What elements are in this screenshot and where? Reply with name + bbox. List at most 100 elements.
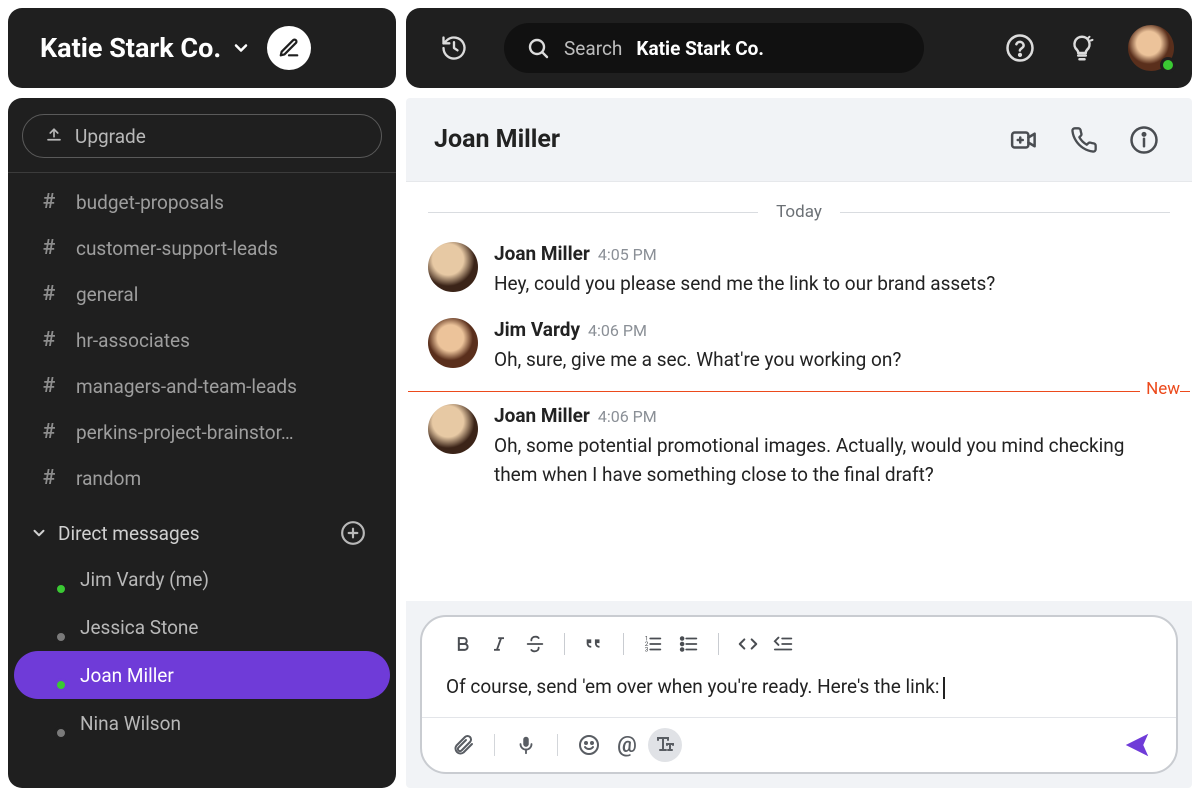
hash-icon: # [40,282,58,306]
avatar [428,242,478,292]
message-time: 4:06 PM [588,321,647,340]
chat-title: Joan Miller [434,125,984,154]
channel-label: random [76,467,141,490]
add-dm-button[interactable] [338,518,368,548]
message-author: Joan Miller [494,242,590,265]
dm-label: Jessica Stone [80,616,199,639]
compose-button[interactable] [267,26,311,70]
list-ol-icon: 123 [642,633,664,655]
upgrade-label: Upgrade [75,125,146,148]
info-button[interactable] [1124,120,1164,160]
message-body: Oh, sure, give me a sec. What're you wor… [494,345,901,374]
date-label: Today [776,202,822,222]
composer-footer: @ [422,717,1176,772]
search-prefix: Search [564,37,622,60]
emoji-icon [577,733,601,757]
message-input-text: Of course, send 'em over when you're rea… [446,675,939,698]
message-author: Jim Vardy [494,318,580,341]
dm-section-header[interactable]: Direct messages [8,511,396,555]
channel-label: managers-and-team-leads [76,375,297,398]
lightbulb-icon [1067,33,1097,63]
code-block-icon [773,633,795,655]
channel-item[interactable]: #random [8,455,396,501]
history-button[interactable] [432,26,476,70]
strikethrough-icon [524,633,546,655]
avatar [36,564,66,594]
quote-icon [583,633,605,655]
message-time: 4:06 PM [598,407,657,426]
chevron-down-icon [30,524,48,542]
channel-label: general [76,283,138,306]
dm-label: Nina Wilson [80,712,181,735]
upload-icon [45,127,63,145]
message-body: Oh, some potential promotional images. A… [494,431,1170,490]
chat-header: Joan Miller [406,98,1192,182]
italic-icon [489,634,509,654]
mention-button[interactable]: @ [610,728,644,762]
dm-item[interactable]: Nina Wilson [14,699,390,747]
workspace-header: Katie Stark Co. [8,8,396,88]
message-input[interactable]: Of course, send 'em over when you're rea… [422,665,1176,717]
message-author: Joan Miller [494,404,590,427]
code-button[interactable] [731,629,765,659]
attach-button[interactable] [446,728,480,762]
channel-label: customer-support-leads [76,237,278,260]
presence-indicator [54,582,68,596]
presence-indicator [1160,57,1176,73]
presence-indicator [54,678,68,692]
message-body: Hey, could you please send me the link t… [494,269,995,298]
format-toggle-button[interactable] [648,728,682,762]
italic-button[interactable] [482,629,516,659]
channel-item[interactable]: # managers-and-team-leads [8,363,396,409]
format-toolbar: 123 [422,621,1176,665]
paperclip-icon [451,733,475,757]
channel-item[interactable]: #hr-associates [8,317,396,363]
dm-item[interactable]: Joan Miller [14,651,390,699]
strike-button[interactable] [518,629,552,659]
channel-label: perkins-project-brainstor… [76,421,294,444]
add-video-button[interactable] [1004,120,1044,160]
presence-indicator [54,726,68,740]
composer: 123 Of course, send 'em over when you're… [420,615,1178,774]
upgrade-button[interactable]: Upgrade [22,114,382,158]
channel-label: hr-associates [76,329,190,352]
tips-button[interactable] [1060,26,1104,70]
call-button[interactable] [1064,120,1104,160]
bullet-list-button[interactable] [672,629,706,659]
phone-icon [1070,126,1098,154]
search-input[interactable]: Search Katie Stark Co. [504,23,924,73]
channel-item[interactable]: # customer-support-leads [8,225,396,271]
text-cursor [943,677,945,699]
send-icon [1122,730,1152,760]
emoji-button[interactable] [572,728,606,762]
send-button[interactable] [1122,730,1152,760]
search-icon [526,36,550,60]
me-avatar[interactable] [1128,25,1174,71]
avatar [36,612,66,642]
bold-icon [453,634,473,654]
message-list[interactable]: Today Joan Miller 4:05 PM Hey, could you … [406,182,1192,601]
hash-icon: # [40,374,58,398]
message-time: 4:05 PM [598,245,657,264]
codeblock-button[interactable] [767,629,801,659]
dm-item[interactable]: Jessica Stone [14,603,390,651]
voice-button[interactable] [509,728,543,762]
channel-item[interactable]: # general [8,271,396,317]
quote-button[interactable] [577,629,611,659]
list-ul-icon [678,633,700,655]
channel-label: budget-proposals [76,191,224,214]
help-button[interactable] [998,26,1042,70]
bold-button[interactable] [446,629,480,659]
avatar [428,404,478,454]
avatar [428,318,478,368]
new-messages-divider: New [408,391,1190,392]
dm-item[interactable]: Jim Vardy (me) [14,555,390,603]
channel-item[interactable]: #budget-proposals [8,179,396,225]
chevron-down-icon[interactable] [231,38,251,58]
channel-item[interactable]: #perkins-project-brainstor… [8,409,396,455]
dm-list: Jim Vardy (me) Jessica Stone Joan Miller… [8,555,396,757]
presence-indicator [54,630,68,644]
hash-icon: # [40,236,58,260]
workspace-name[interactable]: Katie Stark Co. [40,32,221,64]
ordered-list-button[interactable]: 123 [636,629,670,659]
